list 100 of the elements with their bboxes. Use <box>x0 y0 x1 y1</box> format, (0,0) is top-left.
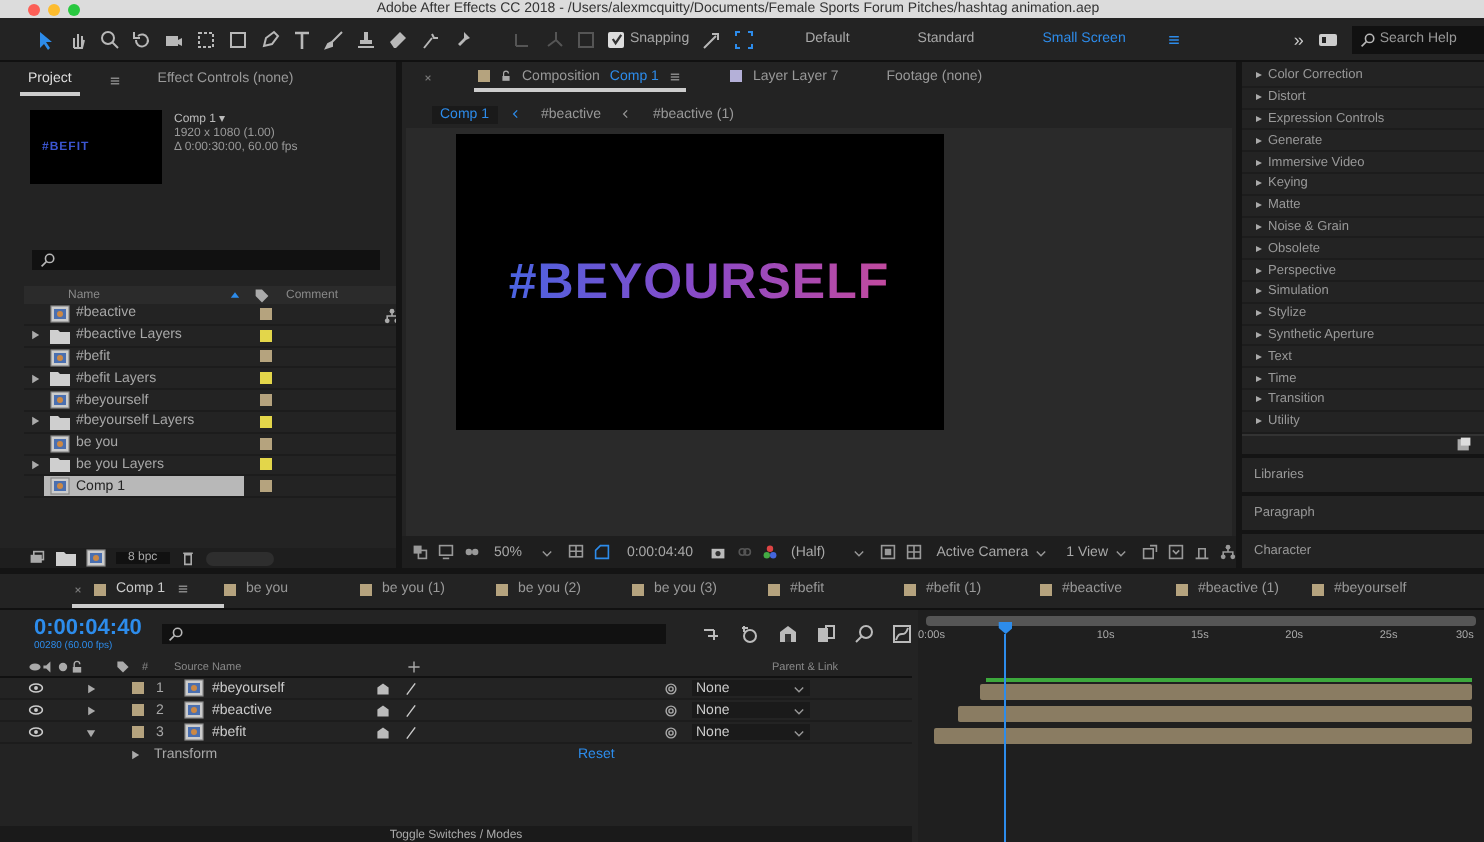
folder-icon <box>50 368 70 389</box>
lock-icon[interactable] <box>70 660 84 674</box>
selection-tool-icon[interactable] <box>36 29 56 49</box>
composition-icon <box>50 303 70 324</box>
project-search-field[interactable] <box>32 250 380 270</box>
toggle-pixel-aspect-icon[interactable] <box>1142 544 1158 560</box>
disclosure-triangle-icon[interactable] <box>28 371 42 386</box>
disclosure-triangle-icon[interactable] <box>28 457 42 472</box>
label-swatch[interactable] <box>260 437 272 450</box>
scroll-bar[interactable] <box>205 551 274 565</box>
label-tag-icon[interactable] <box>116 660 130 674</box>
roto-brush-tool-icon[interactable] <box>420 29 440 49</box>
snapping-checkbox[interactable] <box>608 31 624 47</box>
checkmark-icon <box>609 32 623 46</box>
label-swatch[interactable] <box>260 372 272 385</box>
label-swatch[interactable] <box>260 394 272 407</box>
eye-icon[interactable] <box>28 724 44 740</box>
folder-icon <box>50 454 70 475</box>
draft-3d-icon[interactable] <box>740 624 760 644</box>
chevron-icon[interactable] <box>620 108 633 120</box>
eye-icon[interactable] <box>28 702 44 718</box>
menu-icon[interactable] <box>175 582 190 596</box>
label-swatch[interactable] <box>260 458 272 471</box>
audio-icon[interactable] <box>42 660 56 674</box>
glasses-icon[interactable] <box>464 544 480 560</box>
snap-grid-icon[interactable] <box>733 29 754 49</box>
composition-icon <box>184 700 204 720</box>
caret-icon[interactable] <box>852 545 867 559</box>
trash-icon[interactable] <box>179 550 196 566</box>
sort-arrow-icon[interactable] <box>228 288 242 302</box>
timeline-icon[interactable] <box>1194 544 1210 560</box>
stamp-tool-icon[interactable] <box>356 29 376 49</box>
frame-blending-icon[interactable] <box>816 624 836 644</box>
current-time[interactable]: 0:00:04:40 <box>34 616 142 640</box>
mask-icon[interactable] <box>594 544 611 560</box>
search-icon <box>167 626 184 642</box>
composition-icon <box>50 390 70 411</box>
menu-icon[interactable] <box>1165 31 1182 47</box>
snapshot-icon[interactable] <box>709 544 726 560</box>
disclosure-triangle-icon[interactable] <box>28 414 42 429</box>
snap-icon[interactable] <box>701 29 722 49</box>
label-swatch[interactable] <box>260 350 272 363</box>
workspace-icon[interactable] <box>1315 29 1340 49</box>
rotate-tool-icon[interactable] <box>132 29 152 49</box>
folder-icon <box>50 411 70 432</box>
shy-layers-icon[interactable] <box>778 624 798 644</box>
rectangle-tool-icon[interactable] <box>228 29 248 49</box>
grid-icon[interactable] <box>568 544 585 560</box>
graph-editor-icon[interactable] <box>892 624 912 644</box>
new-bin-icon[interactable] <box>1456 436 1472 453</box>
composition-icon <box>50 433 70 454</box>
composition-icon <box>86 548 106 568</box>
zoom-icon[interactable] <box>100 29 120 49</box>
composition-mini-flowchart-icon[interactable] <box>702 624 722 644</box>
flowchart-icon[interactable] <box>1220 544 1236 560</box>
overflow-button[interactable]: » <box>1293 29 1304 49</box>
color-channels-icon[interactable] <box>761 544 778 560</box>
label-swatch[interactable] <box>260 307 272 320</box>
folder-icon <box>50 325 70 346</box>
label-swatch[interactable] <box>260 329 272 342</box>
eye-icon[interactable] <box>28 680 44 696</box>
composition-icon <box>184 678 204 698</box>
caret-icon[interactable] <box>540 545 555 559</box>
menu-icon[interactable] <box>668 69 683 83</box>
caret-icon[interactable] <box>1034 545 1049 559</box>
close-icon[interactable] <box>422 72 434 84</box>
label-swatch[interactable] <box>132 682 144 694</box>
disclosure-triangle-icon[interactable] <box>128 747 142 761</box>
composition-icon <box>184 722 204 742</box>
fast-preview-icon[interactable] <box>1168 544 1184 560</box>
eraser-tool-icon[interactable] <box>388 29 408 49</box>
playhead[interactable] <box>998 622 1013 842</box>
lock-icon <box>500 70 512 82</box>
interpret-footage-icon[interactable] <box>28 550 46 566</box>
folder-icon <box>56 548 76 568</box>
composition-icon <box>50 476 70 497</box>
transparency-grid-icon[interactable] <box>906 544 923 560</box>
menu-icon[interactable] <box>107 73 122 87</box>
monitor-icon[interactable] <box>438 544 454 560</box>
type-tool-icon[interactable] <box>292 29 312 49</box>
label-swatch[interactable] <box>132 704 144 716</box>
hand-tool-icon[interactable] <box>68 29 88 49</box>
flowchart-icon[interactable] <box>384 308 396 324</box>
solo-icon[interactable] <box>56 660 70 674</box>
label-tag-icon[interactable] <box>254 287 270 303</box>
close-icon[interactable] <box>72 583 84 595</box>
chevron-icon[interactable] <box>509 108 522 120</box>
motion-blur-icon[interactable] <box>854 624 874 644</box>
label-swatch[interactable] <box>260 480 272 493</box>
layer-search-field[interactable] <box>161 624 666 644</box>
preview-icon[interactable] <box>412 544 428 560</box>
label-swatch[interactable] <box>260 415 272 428</box>
label-swatch[interactable] <box>132 726 144 738</box>
brush-tool-icon[interactable] <box>324 29 344 49</box>
disclosure-triangle-icon[interactable] <box>28 328 42 343</box>
caret-icon[interactable] <box>1114 545 1128 559</box>
region-of-interest-icon[interactable] <box>880 544 897 560</box>
composition-icon <box>50 347 70 367</box>
pan-behind-tool-icon[interactable] <box>196 29 216 49</box>
pen-tool-icon[interactable] <box>260 29 280 49</box>
